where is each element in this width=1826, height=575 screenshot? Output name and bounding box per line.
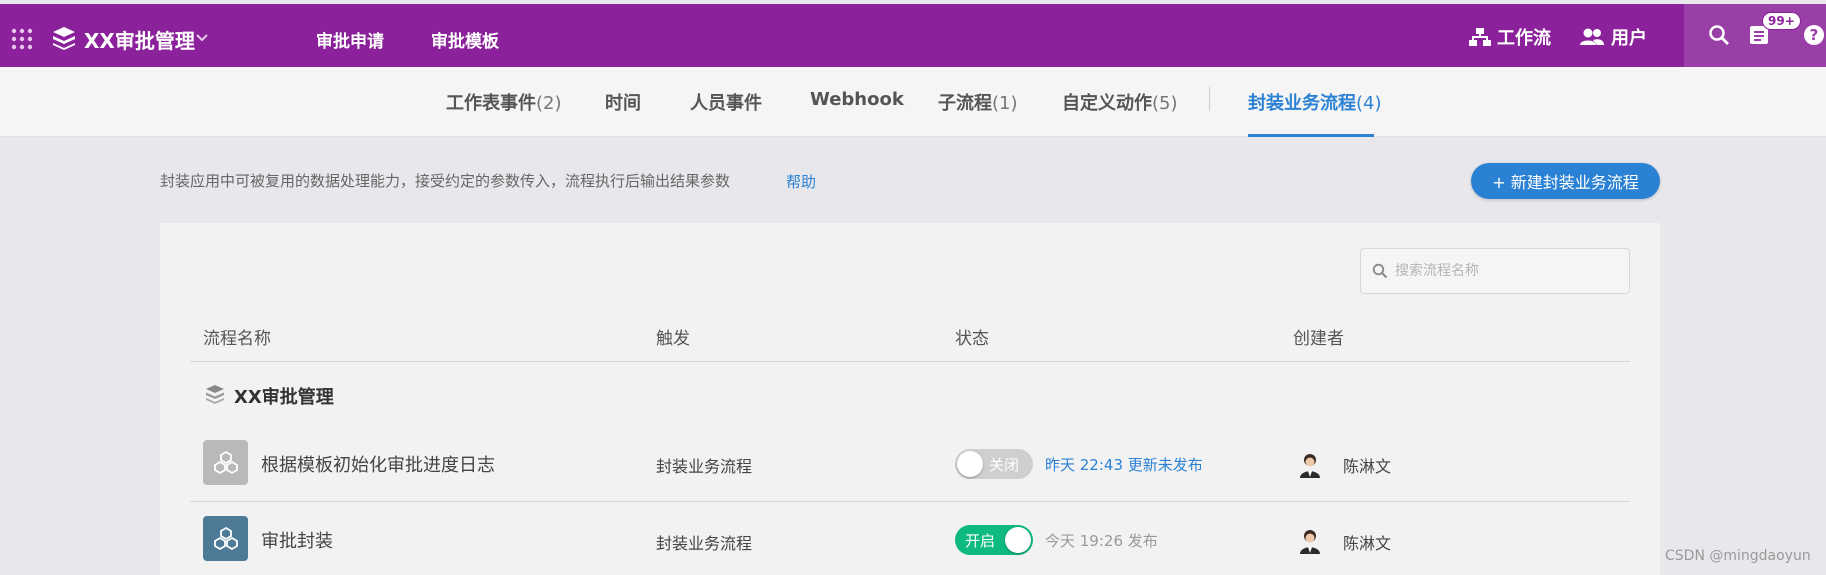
top-navbar: XX审批管理 审批申请 审批模板 工作流 用户 ? 99+ <box>0 4 1826 67</box>
utility-panel: ? <box>1684 4 1826 67</box>
trigger-tabs: 工作表事件(2) 时间 人员事件 Webhook 子流程(1) 自定义动作(5)… <box>0 67 1826 137</box>
workflow-label: 工作流 <box>1497 28 1551 49</box>
tab-label: 时间 <box>605 93 641 114</box>
tab-packaged-process[interactable]: 封装业务流程(4) <box>1248 89 1382 115</box>
app-title[interactable]: XX审批管理 <box>84 25 195 54</box>
toggle-label: 开启 <box>965 532 996 550</box>
group-title: XX审批管理 <box>234 387 334 408</box>
watermark: CSDN @mingdaoyun <box>1665 548 1811 564</box>
users-label: 用户 <box>1611 28 1647 49</box>
tab-count: (1) <box>992 93 1018 114</box>
nav-approval-request[interactable]: 审批申请 <box>316 27 384 52</box>
process-name[interactable]: 根据模板初始化审批进度日志 <box>261 451 495 477</box>
tab-count: (5) <box>1152 93 1178 114</box>
tab-subprocess[interactable]: 子流程(1) <box>938 89 1018 115</box>
search-icon <box>1372 263 1388 279</box>
tab-webhook[interactable]: Webhook <box>810 89 904 110</box>
app-logo-icon <box>53 27 75 50</box>
notification-badge: 99+ <box>1762 12 1801 30</box>
tab-label: 子流程 <box>938 93 992 114</box>
header-divider <box>190 361 1630 362</box>
workflow-button[interactable]: 工作流 <box>1469 24 1551 50</box>
hexagon-cluster-icon <box>213 450 238 474</box>
column-header-name: 流程名称 <box>203 329 271 349</box>
column-header-status: 状态 <box>955 329 989 349</box>
tab-count: (2) <box>536 93 562 114</box>
avatar <box>1300 530 1320 554</box>
process-trigger: 封装业务流程 <box>656 457 753 476</box>
process-icon <box>203 516 248 561</box>
active-tab-indicator <box>1248 134 1374 137</box>
help-icon[interactable]: ? <box>1803 24 1825 46</box>
tab-divider <box>1209 87 1210 111</box>
svg-text:?: ? <box>1810 26 1819 44</box>
users-icon <box>1580 28 1604 45</box>
process-icon <box>203 440 248 485</box>
search-input[interactable] <box>1395 259 1620 283</box>
tab-worksheet-events[interactable]: 工作表事件(2) <box>446 89 562 115</box>
column-header-creator: 创建者 <box>1293 329 1344 349</box>
chevron-down-icon[interactable] <box>195 30 209 44</box>
toggle-knob <box>957 451 983 477</box>
creator-name: 陈淋文 <box>1343 457 1392 476</box>
nav-approval-template[interactable]: 审批模板 <box>431 27 499 52</box>
tab-label: Webhook <box>810 89 904 110</box>
tab-label: 自定义动作 <box>1062 93 1152 114</box>
enable-toggle[interactable]: 关闭 <box>955 449 1033 479</box>
new-packaged-process-button[interactable]: + 新建封装业务流程 <box>1471 163 1660 199</box>
process-trigger: 封装业务流程 <box>656 534 753 553</box>
users-button[interactable]: 用户 <box>1579 24 1647 50</box>
page-description: 封装应用中可被复用的数据处理能力，接受约定的参数传入，流程执行后输出结果参数 <box>160 172 731 190</box>
tab-custom-action[interactable]: 自定义动作(5) <box>1062 89 1178 115</box>
publish-status: 今天 19:26 发布 <box>1045 532 1158 550</box>
tab-label: 人员事件 <box>690 93 762 114</box>
process-name[interactable]: 审批封装 <box>261 527 333 553</box>
row-divider <box>190 501 1630 502</box>
publish-status[interactable]: 昨天 22:43 更新未发布 <box>1045 454 1203 475</box>
tab-label: 封装业务流程 <box>1248 93 1356 114</box>
help-link[interactable]: 帮助 <box>786 171 816 192</box>
hexagon-cluster-icon <box>213 526 238 550</box>
toggle-label: 关闭 <box>989 456 1020 474</box>
toggle-knob <box>1005 527 1031 553</box>
app-grid-icon[interactable] <box>11 28 33 50</box>
search-icon[interactable] <box>1708 24 1730 46</box>
column-header-trigger: 触发 <box>656 329 690 349</box>
app-stack-icon <box>206 385 224 404</box>
enable-toggle[interactable]: 开启 <box>955 525 1033 555</box>
creator-name: 陈淋文 <box>1343 534 1392 553</box>
tab-time[interactable]: 时间 <box>605 89 641 115</box>
search-box[interactable] <box>1360 248 1630 294</box>
tab-label: 工作表事件 <box>446 93 536 114</box>
workflow-icon <box>1469 28 1491 46</box>
avatar <box>1300 454 1320 478</box>
tab-count: (4) <box>1356 93 1382 114</box>
tab-person-events[interactable]: 人员事件 <box>690 89 762 115</box>
